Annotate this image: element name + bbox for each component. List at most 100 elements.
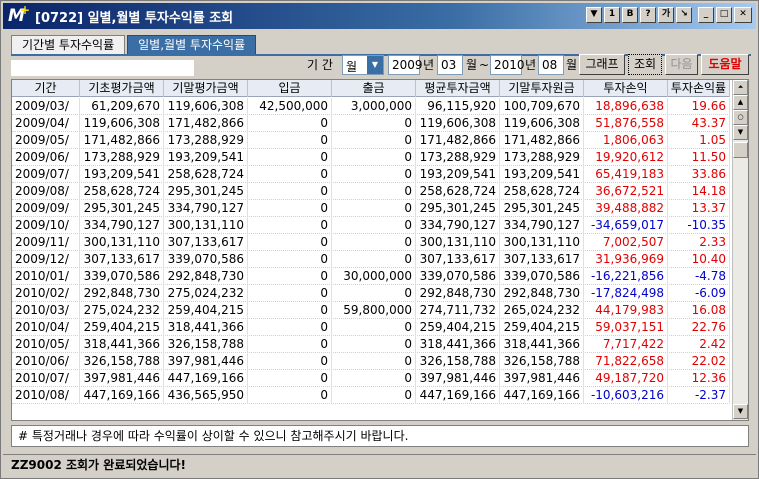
col-begin-value[interactable]: 기초평가금액 [80, 80, 164, 97]
table-row[interactable]: 2009/07/193,209,541 258,628,724 0 0 193,209,… [12, 166, 730, 183]
scroll-thumb[interactable] [733, 142, 748, 158]
cell-return-rate: 11.50 [668, 149, 730, 166]
table-row[interactable]: 2010/07/397,981,446 447,169,166 0 0 397,981,… [12, 370, 730, 387]
help-question-button[interactable]: ? [640, 7, 656, 23]
cell-return-rate: 2.42 [668, 336, 730, 353]
start-month-input[interactable]: 03 [437, 55, 463, 75]
cell-profit-loss: -16,221,856 [584, 268, 668, 285]
cell-withdrawal: 30,000,000 [332, 268, 416, 285]
dropdown-menu-button[interactable]: ▼ [586, 7, 602, 23]
cell-withdrawal: 0 [332, 370, 416, 387]
table-row[interactable]: 2009/06/173,288,929 193,209,541 0 0 173,288,… [12, 149, 730, 166]
cell-period: 2010/02/ [12, 285, 80, 302]
col-avg-investment[interactable]: 평균투자금액 [416, 80, 500, 97]
start-year-input[interactable]: 2009 [388, 55, 423, 75]
scroll-down-icon[interactable]: ▼ [733, 404, 748, 419]
scroll-down-step-icon[interactable]: ▼ [733, 125, 748, 140]
chevron-down-icon[interactable]: ▼ [367, 56, 383, 74]
start-month-label: 월 [466, 58, 478, 72]
account-field[interactable] [11, 60, 194, 76]
cell-end-value: 326,158,788 [164, 336, 248, 353]
cell-withdrawal: 0 [332, 336, 416, 353]
cell-begin-value: 173,288,929 [80, 149, 164, 166]
end-year-input[interactable]: 2010 [490, 55, 525, 75]
next-button[interactable]: 다음 [665, 54, 698, 75]
table-row[interactable]: 2010/02/292,848,730 275,024,232 0 0 292,848,… [12, 285, 730, 302]
scroll-top-icon[interactable]: ⏶ [733, 80, 748, 95]
table-row[interactable]: 2009/08/258,628,724 295,301,245 0 0 258,628,… [12, 183, 730, 200]
col-return-rate[interactable]: 투자손익률 [668, 80, 730, 97]
cell-period: 2009/12/ [12, 251, 80, 268]
cell-deposit: 0 [248, 149, 332, 166]
cell-period: 2009/05/ [12, 132, 80, 149]
cell-avg-investment: 171,482,866 [416, 132, 500, 149]
col-period[interactable]: 기간 [12, 80, 80, 97]
cell-profit-loss: 7,717,422 [584, 336, 668, 353]
table-row[interactable]: 2009/04/119,606,308 171,482,866 0 0 119,606,… [12, 115, 730, 132]
cell-end-principal: 292,848,730 [500, 285, 584, 302]
bookmark-button[interactable]: B [622, 7, 638, 23]
cell-deposit: 0 [248, 268, 332, 285]
tab-daily-monthly-return[interactable]: 일별,월별 투자수익률 [127, 35, 257, 55]
table-row[interactable]: 2010/03/275,024,232 259,404,215 0 59,800,00… [12, 302, 730, 319]
table-row[interactable]: 2009/10/334,790,127 300,131,110 0 0 334,790,… [12, 217, 730, 234]
table-row[interactable]: 2009/03/61,209,670 119,606,308 42,500,000 3… [12, 98, 730, 115]
cell-begin-value: 326,158,788 [80, 353, 164, 370]
cell-period: 2009/11/ [12, 234, 80, 251]
cell-withdrawal: 0 [332, 149, 416, 166]
table-row[interactable]: 2010/06/326,158,788 397,981,446 0 0 326,158,… [12, 353, 730, 370]
cell-end-value: 275,024,232 [164, 285, 248, 302]
maximize-icon[interactable]: □ [716, 7, 732, 23]
table-row[interactable]: 2010/04/259,404,215 318,441,366 0 0 259,404,… [12, 319, 730, 336]
unit-select[interactable]: 월 ▼ [342, 55, 384, 75]
cell-end-principal: 300,131,110 [500, 234, 584, 251]
cell-deposit: 0 [248, 115, 332, 132]
scroll-up-icon[interactable]: ▲ [733, 95, 748, 110]
tab-period-return[interactable]: 기간별 투자수익률 [11, 35, 126, 55]
end-month-input[interactable]: 08 [538, 55, 564, 75]
cell-end-value: 334,790,127 [164, 200, 248, 217]
vertical-scrollbar[interactable]: ⏶ ▲ ○ ▼ ▼ [732, 80, 748, 420]
query-button[interactable]: 조회 [628, 54, 662, 75]
col-end-value[interactable]: 기말평가금액 [164, 80, 248, 97]
cell-period: 2010/08/ [12, 387, 80, 404]
cell-end-value: 259,404,215 [164, 302, 248, 319]
font-size-button[interactable]: 가 [658, 7, 674, 23]
minimize-icon[interactable]: _ [698, 7, 714, 23]
close-icon[interactable]: ✕ [734, 7, 752, 23]
cell-profit-loss: 18,896,638 [584, 98, 668, 115]
cell-begin-value: 295,301,245 [80, 200, 164, 217]
title-bar[interactable]: M + [0722] 일별,월별 투자수익률 조회 ▼ 1 B ? 가 ↘ _ □… [3, 3, 756, 29]
cell-return-rate: 10.40 [668, 251, 730, 268]
col-withdrawal[interactable]: 출금 [332, 80, 416, 97]
cell-end-value: 295,301,245 [164, 183, 248, 200]
table-row[interactable]: 2009/09/295,301,245 334,790,127 0 0 295,301,… [12, 200, 730, 217]
cell-avg-investment: 259,404,215 [416, 319, 500, 336]
table-row[interactable]: 2009/12/307,133,617 339,070,586 0 0 307,133,… [12, 251, 730, 268]
col-profit-loss[interactable]: 투자손익 [584, 80, 668, 97]
window-number-button[interactable]: 1 [604, 7, 620, 23]
cell-return-rate: -4.78 [668, 268, 730, 285]
cell-return-rate: 12.36 [668, 370, 730, 387]
chart-button[interactable]: 그래프 [579, 54, 625, 75]
table-row[interactable]: 2010/08/447,169,166 436,565,950 0 0 447,169,… [12, 387, 730, 404]
help-button[interactable]: 도움말 [701, 54, 749, 75]
cell-avg-investment: 339,070,586 [416, 268, 500, 285]
cell-begin-value: 447,169,166 [80, 387, 164, 404]
table-row[interactable]: 2009/05/171,482,866 173,288,929 0 0 171,482,… [12, 132, 730, 149]
table-row[interactable]: 2010/01/339,070,586 292,848,730 0 30,000,00… [12, 268, 730, 285]
table-row[interactable]: 2010/05/318,441,366 326,158,788 0 0 318,441,… [12, 336, 730, 353]
cell-profit-loss: 1,806,063 [584, 132, 668, 149]
table-row[interactable]: 2009/11/300,131,110 307,133,617 0 0 300,131,… [12, 234, 730, 251]
resize-button[interactable]: ↘ [676, 7, 692, 23]
cell-end-principal: 318,441,366 [500, 336, 584, 353]
cell-end-value: 436,565,950 [164, 387, 248, 404]
cell-withdrawal: 59,800,000 [332, 302, 416, 319]
cell-end-value: 300,131,110 [164, 217, 248, 234]
cell-end-principal: 307,133,617 [500, 251, 584, 268]
scroll-center-icon[interactable]: ○ [733, 110, 748, 125]
cell-begin-value: 275,024,232 [80, 302, 164, 319]
col-deposit[interactable]: 입금 [248, 80, 332, 97]
disclaimer-note: # 특정거래나 경우에 따라 수익률이 상이할 수 있으니 참고해주시기 바랍니… [11, 425, 749, 447]
col-end-principal[interactable]: 기말투자원금 [500, 80, 584, 97]
